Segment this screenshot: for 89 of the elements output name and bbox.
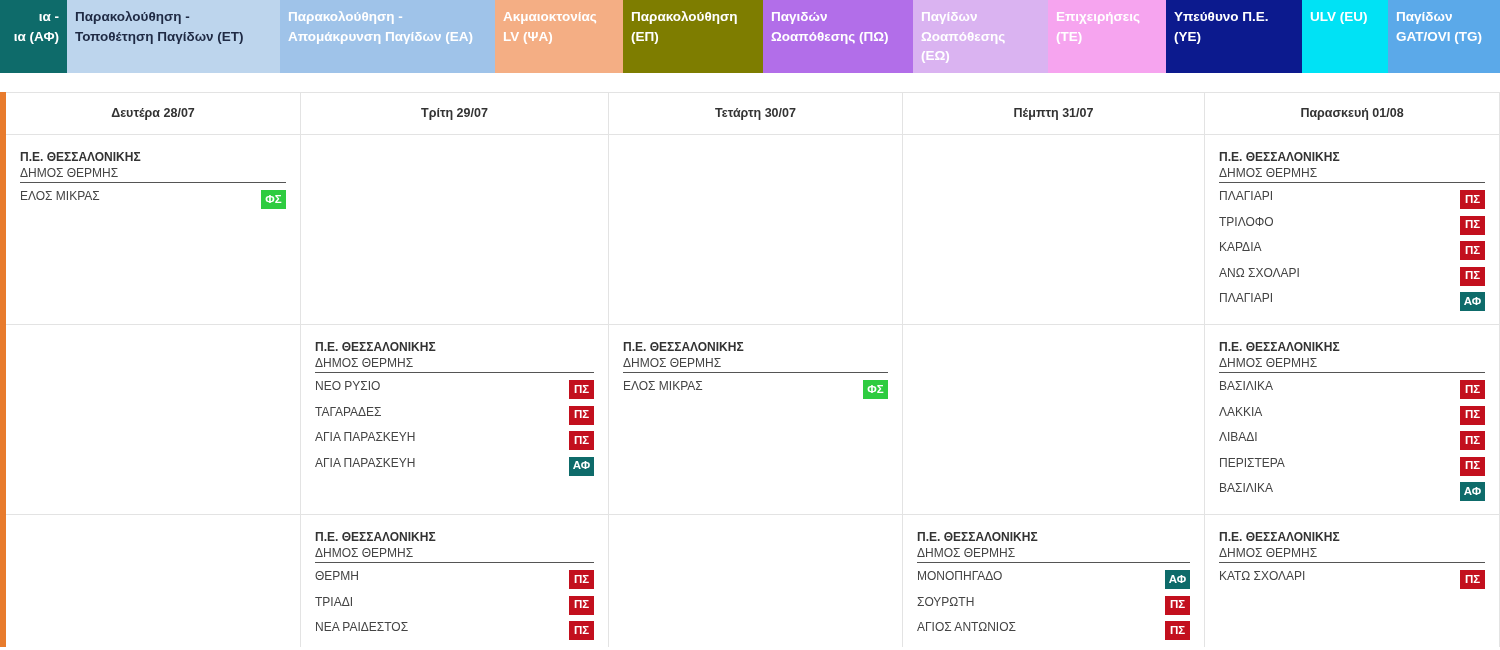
place-name: ΠΛΑΓΙΑΡΙ (1219, 290, 1273, 306)
activity-badge: ΠΣ (1165, 595, 1190, 615)
activity-badge: ΠΣ (569, 621, 594, 640)
place-name: ΣΟΥΡΩΤΗ (917, 593, 975, 610)
legend-label: ULV (EU) (1310, 8, 1369, 26)
activity-badge: ΠΣ (1460, 380, 1485, 399)
legend-label: Υπεύθυνο Π.Ε. (1174, 8, 1270, 26)
legend-label: Παρακολούθηση - (288, 8, 404, 26)
municipality-label: ΔΗΜΟΣ ΘΕΡΜΗΣ (1219, 165, 1319, 182)
place-name: ΛΙΒΑΔΙ (1219, 429, 1258, 445)
activity-badge: ΑΦ (569, 456, 594, 476)
place-name: ΛΑΚΚΙΑ (1219, 403, 1263, 420)
activity-badge: ΠΣ (569, 405, 594, 425)
legend-label: Απομάκρυνση Παγίδων (ΕΑ) (288, 27, 474, 46)
legend-label: (ΤΕ) (1056, 27, 1084, 46)
activity-badge: ΠΣ (1460, 431, 1485, 450)
day-heading: Παρασκευή 01/08 (1300, 105, 1404, 123)
place-name: ΘΕΡΜΗ (315, 568, 359, 584)
legend-label: Παρακολούθηση - (75, 8, 191, 26)
day-heading: Πέμπτη 31/07 (1013, 105, 1094, 123)
legend-label: (ΥΕ) (1174, 27, 1202, 46)
activity-badge: ΠΣ (1460, 190, 1485, 209)
legend-label: Επιχειρήσεις (1056, 8, 1142, 26)
region-label: Π.Ε. ΘΕΣΣΑΛΟΝΙΚΗΣ (1219, 529, 1341, 545)
activity-badge: ΦΣ (261, 190, 286, 209)
region-label: Π.Ε. ΘΕΣΣΑΛΟΝΙΚΗΣ (315, 339, 437, 355)
activity-badge: ΠΣ (569, 380, 594, 399)
legend-label: LV (ΨΑ) (503, 27, 554, 46)
place-name: ΑΝΩ ΣΧΟΛΑΡΙ (1219, 264, 1300, 281)
place-name: ΤΑΓΑΡΑΔΕΣ (315, 403, 382, 420)
municipality-label: ΔΗΜΟΣ ΘΕΡΜΗΣ (623, 355, 723, 372)
legend-label: Ωοαπόθεσης (ΠΩ) (771, 27, 890, 46)
legend-label: Παγιδών (771, 8, 829, 26)
legend-label: (ΕΠ) (631, 27, 660, 46)
activity-badge: ΠΣ (1460, 570, 1485, 589)
place-name: ΚΑΤΩ ΣΧΟΛΑΡΙ (1219, 568, 1306, 584)
activity-badge: ΠΣ (1165, 621, 1190, 640)
activity-badge: ΑΦ (1165, 570, 1190, 589)
place-name: ΝΕΑ ΡΑΙΔΕΣΤΟΣ (315, 619, 409, 635)
municipality-label: ΔΗΜΟΣ ΘΕΡΜΗΣ (315, 545, 415, 562)
legend-label: Παρακολούθηση (631, 8, 739, 26)
activity-badge: ΠΣ (1460, 241, 1485, 260)
municipality-label: ΔΗΜΟΣ ΘΕΡΜΗΣ (1219, 545, 1319, 562)
region-label: Π.Ε. ΘΕΣΣΑΛΟΝΙΚΗΣ (20, 149, 142, 165)
legend-label: ια - (38, 8, 59, 26)
place-name: ΑΓΙΑ ΠΑΡΑΣΚΕΥΗ (315, 454, 416, 471)
place-name: ΜΟΝΟΠΗΓΑΔΟ (917, 568, 1003, 584)
place-name: ΠΕΡΙΣΤΕΡΑ (1219, 454, 1285, 471)
place-name: ΤΡΙΑΔΙ (315, 593, 354, 610)
legend-label: Τοποθέτηση Παγίδων (ΕΤ) (75, 27, 245, 46)
legend-label: (ΕΩ) (921, 47, 951, 65)
municipality-label: ΔΗΜΟΣ ΘΕΡΜΗΣ (315, 355, 415, 372)
legend-label: Ωοαπόθεσης (921, 27, 1007, 46)
region-label: Π.Ε. ΘΕΣΣΑΛΟΝΙΚΗΣ (1219, 149, 1341, 165)
region-label: Π.Ε. ΘΕΣΣΑΛΟΝΙΚΗΣ (623, 339, 745, 355)
place-name: ΕΛΟΣ ΜΙΚΡΑΣ (20, 188, 100, 204)
activity-badge: ΠΣ (569, 570, 594, 589)
activity-badge: ΑΦ (1460, 482, 1485, 501)
activity-badge: ΠΣ (1460, 215, 1485, 235)
day-heading: Τρίτη 29/07 (421, 105, 488, 123)
legend-label: Παγίδων (1396, 8, 1454, 26)
place-name: ΝΕΟ ΡΥΣΙΟ (315, 378, 381, 394)
activity-badge: ΠΣ (1460, 266, 1485, 286)
place-name: ΒΑΣΙΛΙΚΑ (1219, 378, 1274, 394)
activity-badge: ΠΣ (1460, 405, 1485, 425)
activity-badge: ΠΣ (569, 595, 594, 615)
place-name: ΕΛΟΣ ΜΙΚΡΑΣ (623, 378, 703, 394)
municipality-label: ΔΗΜΟΣ ΘΕΡΜΗΣ (20, 165, 120, 182)
activity-badge: ΦΣ (863, 380, 888, 399)
place-name: ΑΓΙΟΣ ΑΝΤΩΝΙΟΣ (917, 619, 1016, 635)
region-label: Π.Ε. ΘΕΣΣΑΛΟΝΙΚΗΣ (1219, 339, 1341, 355)
region-label: Π.Ε. ΘΕΣΣΑΛΟΝΙΚΗΣ (917, 529, 1039, 545)
place-name: ΑΓΙΑ ΠΑΡΑΣΚΕΥΗ (315, 429, 416, 445)
legend-label: Παγίδων (921, 8, 979, 26)
legend-label: GAT/OVI (TG) (1396, 27, 1483, 46)
place-name: ΤΡΙΛΟΦΟ (1219, 213, 1274, 230)
activity-badge: ΠΣ (569, 431, 594, 450)
municipality-label: ΔΗΜΟΣ ΘΕΡΜΗΣ (1219, 355, 1319, 372)
activity-badge: ΑΦ (1460, 292, 1485, 311)
legend-label: Ακμαιοκτονίας (503, 8, 598, 26)
day-heading: Δευτέρα 28/07 (111, 105, 195, 123)
region-label: Π.Ε. ΘΕΣΣΑΛΟΝΙΚΗΣ (315, 529, 437, 545)
place-name: ΚΑΡΔΙΑ (1219, 239, 1262, 255)
day-heading: Τετάρτη 30/07 (715, 105, 796, 123)
municipality-label: ΔΗΜΟΣ ΘΕΡΜΗΣ (917, 545, 1017, 562)
place-name: ΠΛΑΓΙΑΡΙ (1219, 188, 1273, 204)
legend-label: ια (ΑΦ) (13, 27, 59, 46)
activity-badge: ΠΣ (1460, 456, 1485, 476)
place-name: ΒΑΣΙΛΙΚΑ (1219, 480, 1274, 496)
